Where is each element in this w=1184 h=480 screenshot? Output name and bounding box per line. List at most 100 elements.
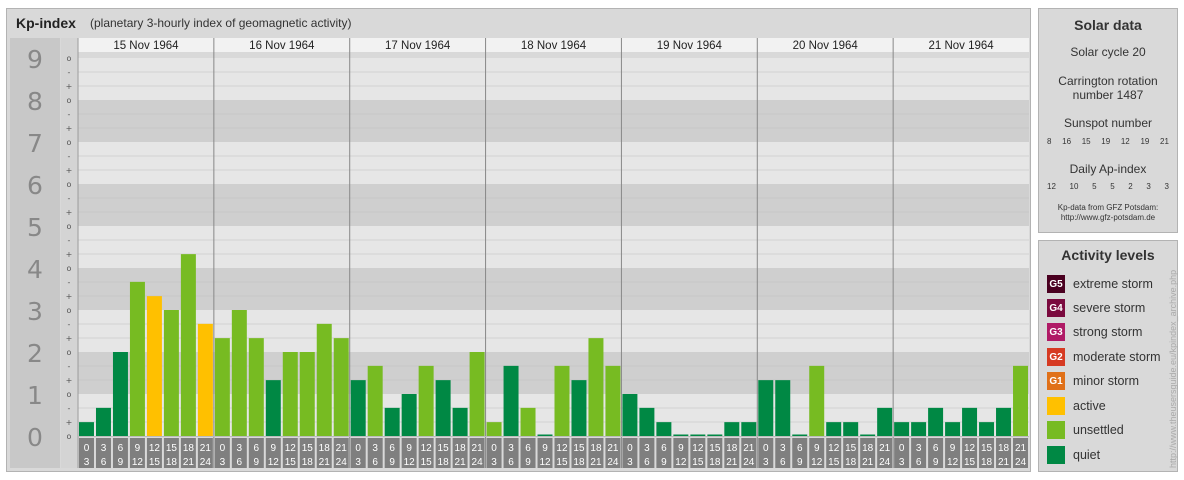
time-bin-end: 12 [947, 457, 959, 468]
y-minor-tick-label: + [66, 166, 73, 175]
y-minor-tick-label: - [68, 236, 71, 245]
kp-bar [809, 365, 825, 436]
time-bin-end: 6 [780, 457, 786, 468]
kp-bar [231, 310, 247, 436]
kp-bar [690, 434, 706, 436]
time-bin-end: 15 [964, 457, 976, 468]
time-bin-start: 21 [200, 443, 212, 454]
time-bin-start: 18 [862, 443, 874, 454]
time-bin-end: 12 [404, 457, 416, 468]
time-bin-start: 18 [319, 443, 331, 454]
time-bin-end: 21 [590, 457, 602, 468]
y-minor-tick-label: o [67, 348, 72, 357]
kp-bar [843, 422, 859, 436]
kp-bar [79, 422, 94, 436]
legend-swatch: G5 [1047, 275, 1065, 293]
kp-bar [639, 407, 655, 436]
time-bin-start: 3 [508, 443, 514, 454]
time-bin-start: 12 [149, 443, 161, 454]
legend-label: extreme storm [1073, 277, 1153, 291]
ap-value: 5 [1092, 182, 1097, 191]
time-bin-end: 12 [539, 457, 551, 468]
kp-bar [333, 338, 349, 436]
kp-bar [673, 434, 689, 436]
time-bin-end: 24 [472, 457, 484, 468]
kp-bar [605, 365, 621, 436]
legend-item-g2: G2 moderate storm [1047, 348, 1161, 366]
solar-cycle: Solar cycle 20 [1070, 45, 1146, 59]
time-bin-start: 15 [166, 443, 178, 454]
time-bin-start: 0 [627, 443, 633, 454]
kp-bar [588, 338, 604, 436]
activity-levels-title: Activity levels [1061, 247, 1155, 263]
y-minor-tick-label: - [68, 152, 71, 161]
legend-item-g5: G5 extreme storm [1047, 275, 1153, 293]
day-label: 17 Nov 1964 [385, 40, 451, 52]
legend-label: severe storm [1073, 301, 1146, 315]
kp-bar [775, 380, 791, 436]
y-minor-tick-label: o [67, 390, 72, 399]
ap-value: 3 [1146, 182, 1151, 191]
time-bin-start: 0 [355, 443, 361, 454]
kp-bar [996, 407, 1012, 436]
sunspot-value: 12 [1120, 137, 1130, 146]
kp-bar [469, 352, 485, 436]
day-label: 18 Nov 1964 [521, 40, 587, 52]
time-bin-start: 6 [661, 443, 667, 454]
activity-levels-panel: Activity levels G5 extreme storm G4 seve… [1038, 240, 1178, 472]
time-bin-end: 15 [149, 457, 161, 468]
y-tick-label: 8 [27, 87, 43, 116]
legend-swatch: G1 [1047, 372, 1065, 390]
time-bin-end: 6 [508, 457, 514, 468]
time-bin-end: 15 [556, 457, 568, 468]
time-bin-start: 12 [964, 443, 976, 454]
time-bin-start: 3 [372, 443, 378, 454]
time-bin-end: 18 [845, 457, 857, 468]
time-bin-end: 3 [84, 457, 90, 468]
y-minor-tick-label: + [66, 334, 73, 343]
time-bin-start: 0 [899, 443, 905, 454]
ap-value: 5 [1110, 182, 1115, 191]
kp-bar [826, 422, 842, 436]
time-bin-start: 3 [101, 443, 107, 454]
y-tick-label: 7 [27, 129, 43, 158]
time-bin-end: 18 [302, 457, 314, 468]
legend-swatch: G4 [1047, 299, 1065, 317]
carrington-rotation-label: Carrington rotation [1058, 74, 1158, 88]
time-bin-end: 12 [811, 457, 823, 468]
source-credit: http://www.theusersguide.eu/kpindex_arch… [1168, 269, 1178, 468]
kp-bar [860, 434, 876, 436]
kp-bar [962, 407, 978, 436]
ap-values: 12 10 5 5 2 3 3 [1047, 182, 1169, 191]
day-label: 21 Nov 1964 [928, 40, 994, 52]
kp-bar [979, 422, 995, 436]
time-bin-start: 3 [780, 443, 786, 454]
y-tick-label: 4 [27, 255, 43, 284]
ap-value: 12 [1047, 182, 1056, 191]
y-tick-label: 2 [27, 339, 43, 368]
time-bin-end: 24 [1015, 457, 1027, 468]
y-minor-tick-label: - [68, 194, 71, 203]
y-minor-tick-label: o [67, 432, 72, 441]
y-tick-label: 6 [27, 171, 43, 200]
time-bin-start: 21 [336, 443, 348, 454]
time-bin-start: 12 [556, 443, 568, 454]
daily-ap-label: Daily Ap-index [1069, 162, 1147, 176]
kp-bar [214, 338, 230, 436]
kp-bar [724, 422, 740, 436]
time-bin-end: 3 [763, 457, 769, 468]
time-bin-start: 18 [455, 443, 467, 454]
time-bin-end: 15 [828, 457, 840, 468]
kp-band [78, 268, 1029, 310]
day-label: 15 Nov 1964 [113, 40, 179, 52]
time-bin-end: 9 [933, 457, 939, 468]
time-bin-start: 15 [709, 443, 721, 454]
y-minor-tick-label: + [66, 250, 73, 259]
time-bin-start: 21 [743, 443, 755, 454]
legend-item-g3: G3 strong storm [1047, 323, 1142, 341]
time-bin-start: 9 [814, 443, 820, 454]
time-bin-end: 18 [573, 457, 585, 468]
time-bin-end: 3 [491, 457, 497, 468]
y-tick-label: 5 [27, 213, 43, 242]
kp-bar [367, 365, 383, 436]
